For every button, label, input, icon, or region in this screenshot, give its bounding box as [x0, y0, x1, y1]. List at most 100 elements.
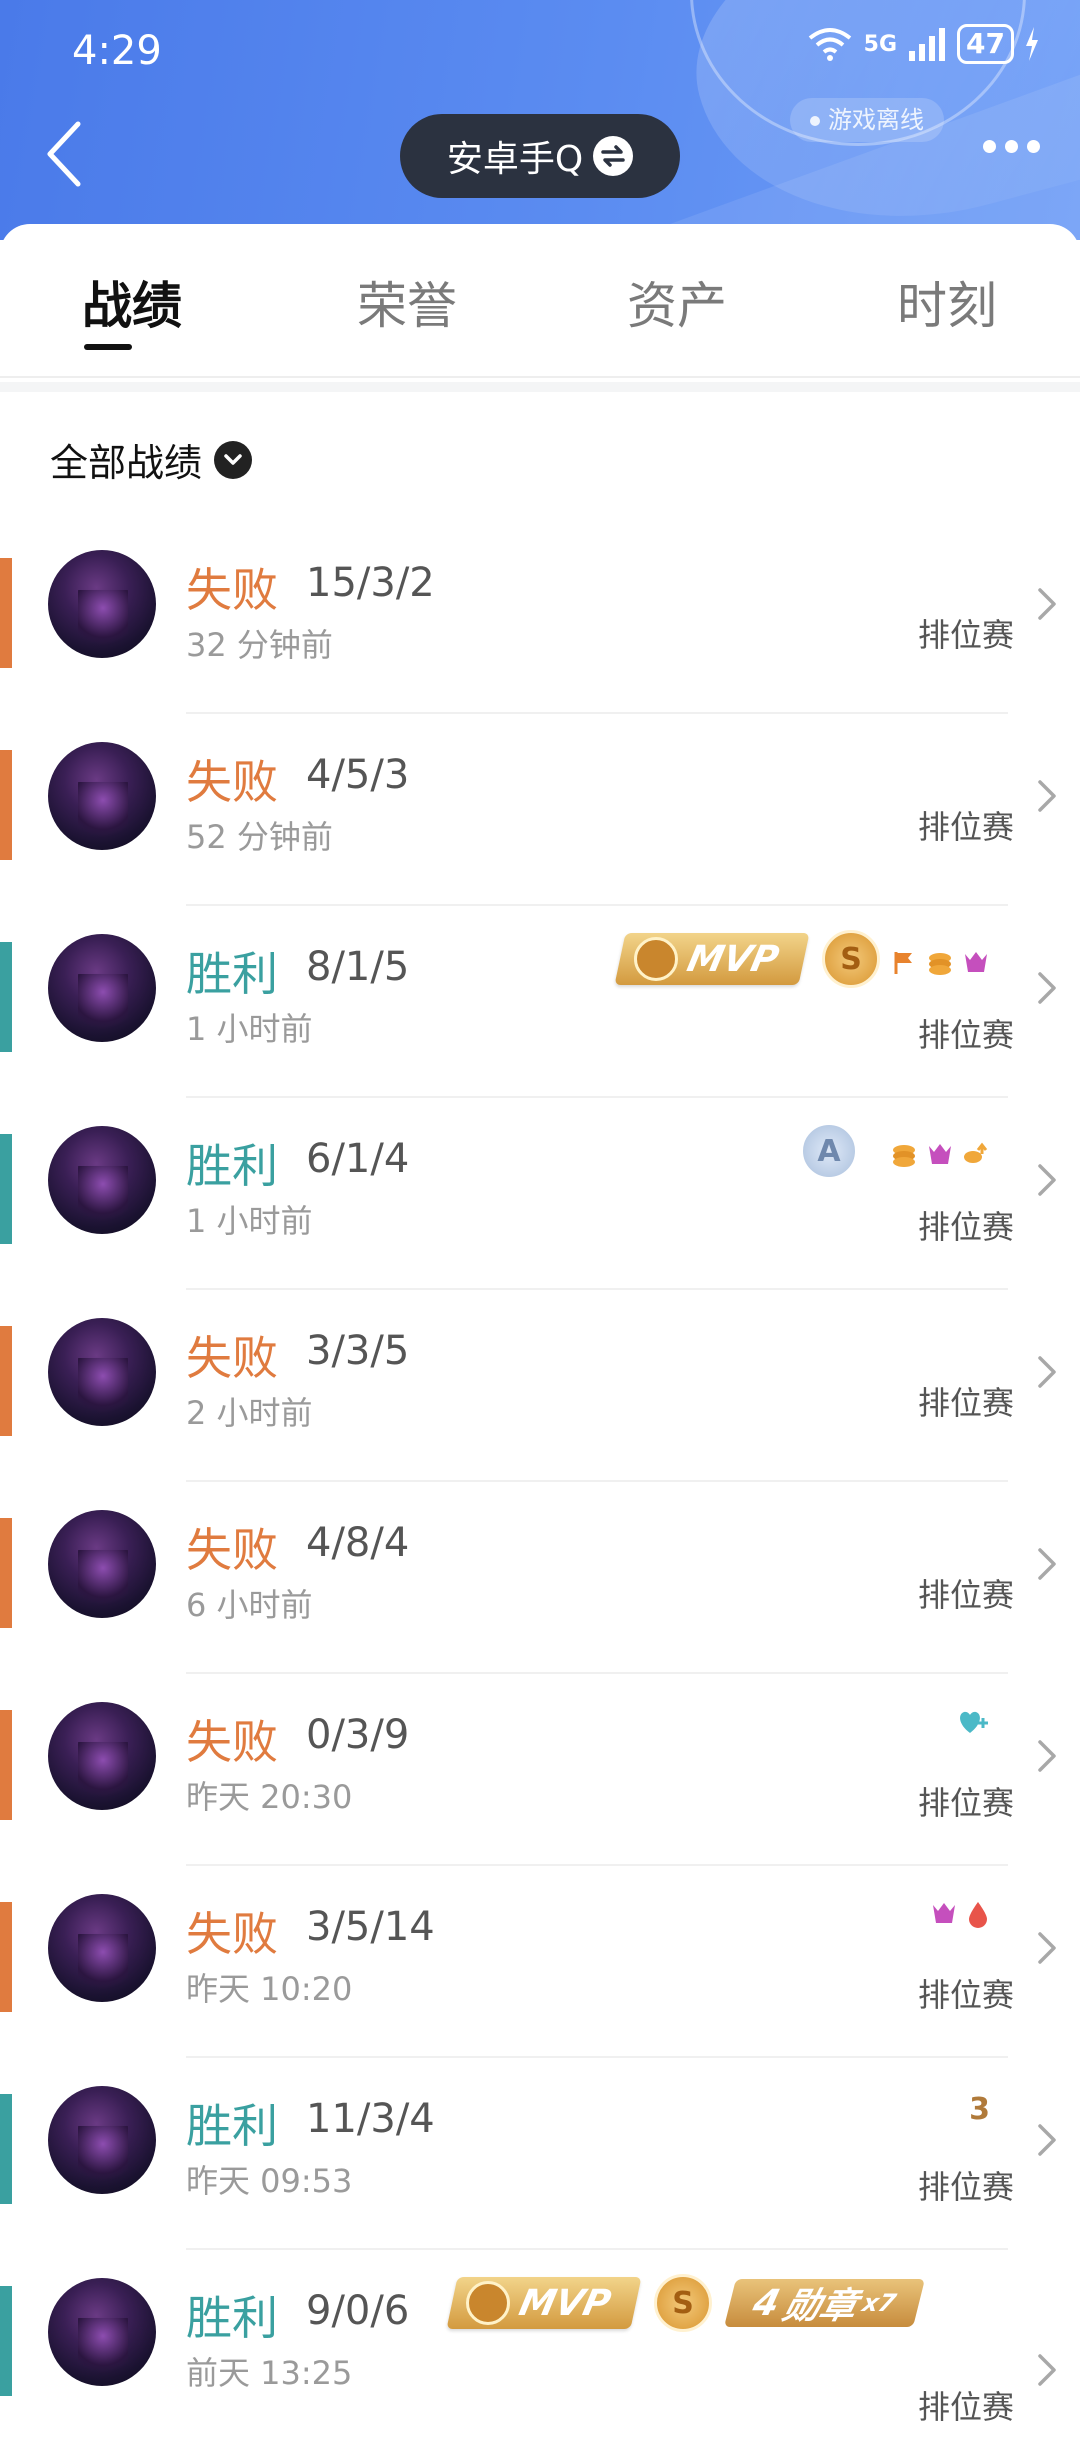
mvp-coin-icon	[634, 937, 678, 981]
match-kda: 6/1/4	[306, 1136, 410, 1182]
mvp-badge: MVP	[446, 2277, 642, 2329]
match-time: 1 小时前	[186, 1202, 313, 1240]
chevron-right-icon	[1038, 1356, 1056, 1388]
s-rating-badge: S	[822, 930, 881, 988]
more-dot-icon	[1027, 140, 1040, 153]
mvp-label: MVP	[683, 938, 783, 980]
result-indicator-bar	[0, 2094, 12, 2204]
match-kda: 0/3/9	[306, 1712, 410, 1758]
game-status-text: 游戏离线	[828, 106, 924, 134]
more-dot-icon	[1005, 140, 1018, 153]
match-row[interactable]: 胜利 11/3/4 昨天 09:53 3 排位赛	[0, 2058, 1080, 2250]
chevron-right-icon	[1038, 1164, 1056, 1196]
achievement-tags	[892, 950, 990, 976]
medal-badge: 4 勋章 x7	[724, 2279, 926, 2327]
hero-avatar	[48, 742, 156, 850]
hero-avatar	[48, 1318, 156, 1426]
more-options-button[interactable]	[983, 140, 1040, 153]
match-kda: 3/3/5	[306, 1328, 410, 1374]
match-row[interactable]: 胜利 8/1/5 1 小时前 MVP S 排位赛	[0, 906, 1080, 1098]
result-indicator-bar	[0, 750, 12, 860]
match-kda: 4/8/4	[306, 1520, 410, 1566]
chevron-right-icon	[1038, 972, 1056, 1004]
records-filter-dropdown[interactable]: 全部战绩	[50, 432, 253, 487]
match-row[interactable]: 失败 15/3/2 32 分钟前 排位赛	[0, 522, 1080, 714]
match-kda: 15/3/2	[306, 560, 435, 606]
tab-honors[interactable]: 荣誉	[357, 266, 457, 338]
match-kda: 11/3/4	[306, 2096, 435, 2142]
status-dot-icon	[810, 116, 820, 126]
triple-kill-tag: 3	[969, 2092, 990, 2127]
result-indicator-bar	[0, 2286, 12, 2396]
match-time: 32 分钟前	[186, 626, 333, 664]
game-status-badge: 游戏离线	[790, 98, 944, 142]
match-result: 胜利	[186, 2291, 278, 2345]
achievement-tags: 3	[969, 2092, 990, 2127]
tab-assets[interactable]: 资产	[627, 266, 727, 338]
wifi-icon	[808, 28, 851, 61]
chevron-down-icon	[214, 440, 253, 479]
result-indicator-bar	[0, 1518, 12, 1628]
match-list: 失败 15/3/2 32 分钟前 排位赛 失败 4/5/3 52 分钟前 排位赛 胜利 8/1/5…	[0, 522, 1080, 2442]
signal-icon	[909, 28, 946, 61]
match-result: 失败	[186, 755, 278, 809]
match-kda: 9/0/6	[306, 2288, 410, 2334]
back-button[interactable]	[40, 118, 100, 198]
result-indicator-bar	[0, 1710, 12, 1820]
coins-icon	[929, 953, 951, 975]
filter-label: 全部战绩	[50, 441, 203, 485]
match-result: 失败	[186, 1523, 278, 1577]
match-result: 失败	[186, 1715, 278, 1769]
match-row[interactable]: 失败 3/3/5 2 小时前 排位赛	[0, 1290, 1080, 1482]
match-result: 失败	[186, 563, 278, 617]
content-sheet: 战绩 荣誉 资产 时刻 全部战绩 失败 15/3/2 32 分钟前 排位赛 失败 4/5/…	[0, 224, 1080, 2426]
result-indicator-bar	[0, 942, 12, 1052]
account-switcher[interactable]: 安卓手Q	[400, 114, 680, 198]
match-result: 失败	[186, 1331, 278, 1385]
tab-records[interactable]: 战绩	[82, 266, 182, 338]
heart-plus-icon	[960, 1711, 988, 1733]
match-mode: 排位赛	[917, 616, 1014, 654]
match-mode: 排位赛	[917, 1384, 1014, 1422]
tab-moments[interactable]: 时刻	[897, 266, 997, 338]
medal-prefix: 4	[748, 2282, 785, 2324]
match-row[interactable]: 失败 3/5/14 昨天 10:20 排位赛	[0, 1866, 1080, 2058]
match-time: 前天 13:25	[186, 2354, 353, 2392]
medal-label: 勋章	[779, 2286, 862, 2327]
hero-avatar	[48, 1510, 156, 1618]
tower-icon	[965, 952, 987, 972]
result-indicator-bar	[0, 1326, 12, 1436]
match-badges: MVP S	[614, 930, 881, 988]
match-time: 昨天 09:53	[186, 2162, 353, 2200]
achievement-tags	[930, 1900, 990, 1928]
match-time: 昨天 10:20	[186, 1970, 353, 2008]
active-tab-indicator	[84, 344, 132, 350]
match-row[interactable]: 胜利 9/0/6 前天 13:25 MVP S 4 勋章 x7 排位赛	[0, 2250, 1080, 2442]
match-row[interactable]: 胜利 6/1/4 1 小时前 A 排位赛	[0, 1098, 1080, 1290]
mvp-badge: MVP	[614, 933, 810, 985]
achievement-tags	[890, 1142, 990, 1168]
match-kda: 8/1/5	[306, 944, 410, 990]
match-mode: 排位赛	[917, 1976, 1014, 2014]
medal-count: x7	[859, 2289, 899, 2317]
match-mode: 排位赛	[917, 2168, 1014, 2206]
match-mode: 排位赛	[917, 2388, 1014, 2426]
chevron-right-icon	[1038, 780, 1056, 812]
match-time: 6 小时前	[186, 1586, 313, 1624]
blood-drop-icon	[969, 1902, 987, 1928]
charging-icon	[1026, 27, 1038, 61]
match-row[interactable]: 失败 4/5/3 52 分钟前 排位赛	[0, 714, 1080, 906]
match-row[interactable]: 失败 0/3/9 昨天 20:30 排位赛	[0, 1674, 1080, 1866]
match-mode: 排位赛	[917, 1208, 1014, 1246]
match-time: 1 小时前	[186, 1010, 313, 1048]
status-time: 4:29	[72, 28, 162, 74]
section-divider	[0, 382, 1080, 392]
hero-avatar	[48, 1702, 156, 1810]
chevron-right-icon	[1038, 2124, 1056, 2156]
result-indicator-bar	[0, 1902, 12, 2012]
coin-up-icon	[964, 1142, 988, 1163]
match-row[interactable]: 失败 4/8/4 6 小时前 排位赛	[0, 1482, 1080, 1674]
profile-header: 4:29 5G 47 游戏离线 安卓手Q	[0, 0, 1080, 240]
more-dot-icon	[983, 140, 996, 153]
hero-avatar	[48, 2086, 156, 2194]
